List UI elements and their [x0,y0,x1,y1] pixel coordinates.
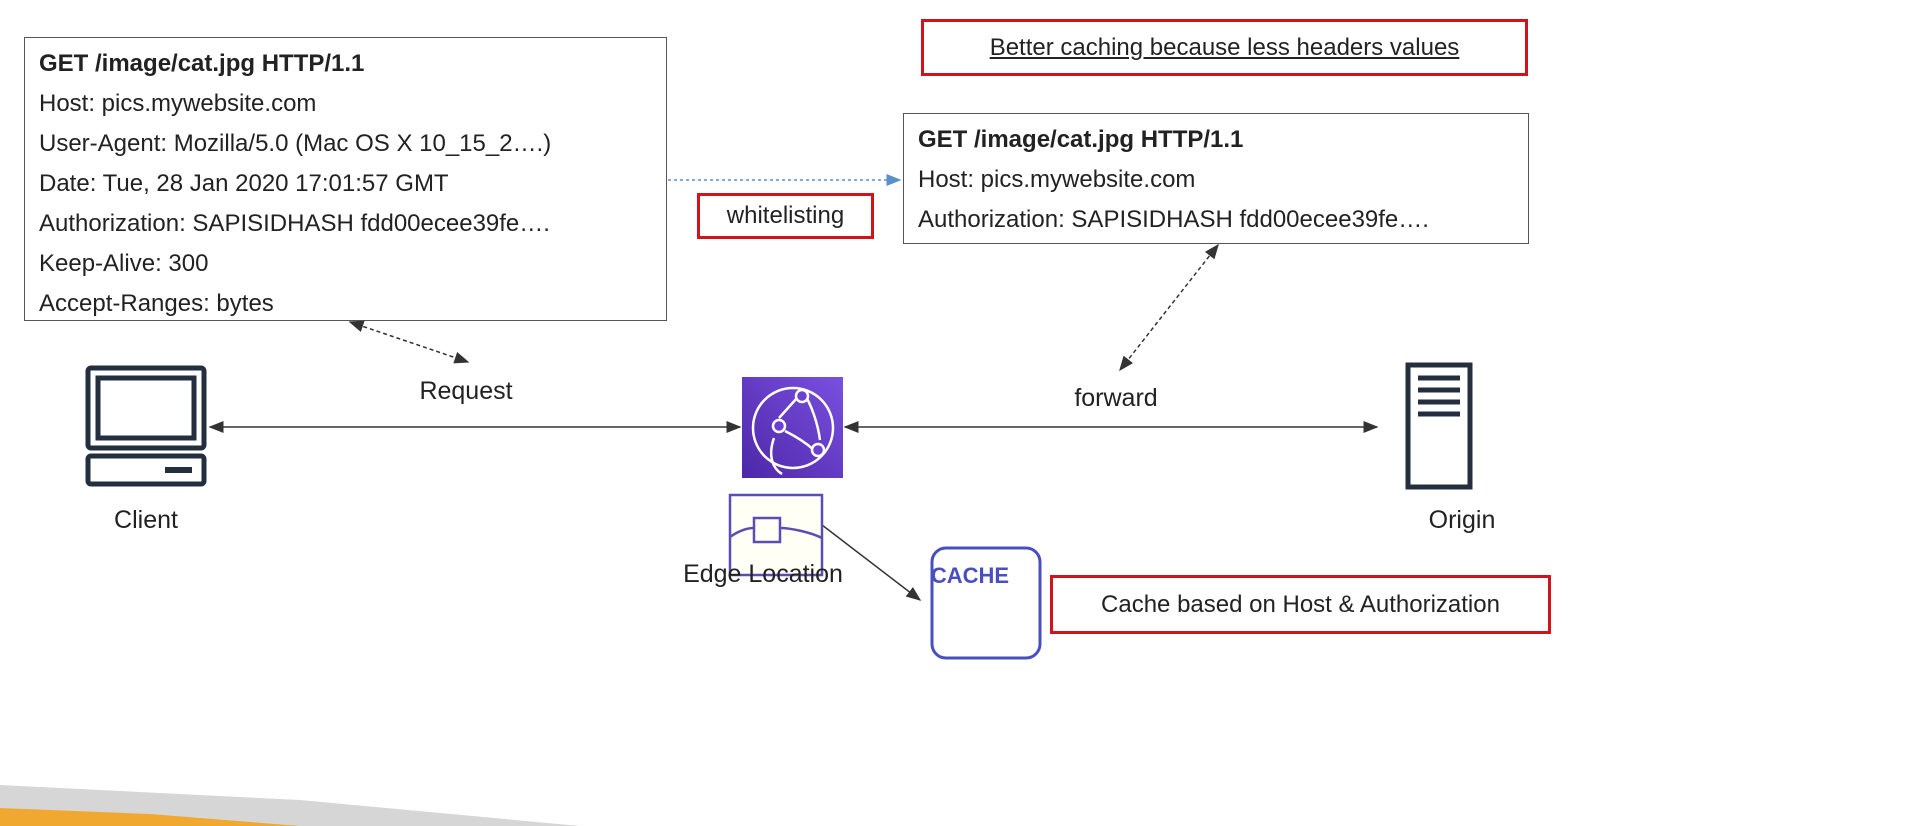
header-authorization: Authorization: SAPISIDHASH fdd00ecee39fe… [39,210,550,237]
header-host: Host: pics.mywebsite.com [39,90,317,117]
diagram-canvas: GET /image/cat.jpg HTTP/1.1 Host: pics.m… [0,0,1920,826]
client-computer-icon [85,365,207,487]
edge-location-label: Edge Location [683,560,843,588]
request-label: Request [419,377,513,405]
origin-label: Origin [1428,506,1496,534]
header-user-agent: User-Agent: Mozilla/5.0 (Mac OS X 10_15_… [39,130,552,157]
forward-label: forward [1074,384,1158,412]
better-caching-note: Better caching because less headers valu… [921,19,1528,76]
forwarded-request-headers: GET /image/cat.jpg HTTP/1.1 Host: pics.m… [903,113,1529,244]
request-headers-link [348,320,470,364]
request-line: GET /image/cat.jpg HTTP/1.1 [918,126,1244,153]
request-line: GET /image/cat.jpg HTTP/1.1 [39,50,365,77]
cache-label: CACHE [930,563,1010,588]
header-authorization: Authorization: SAPISIDHASH fdd00ecee39fe… [918,206,1429,233]
client-request-headers: GET /image/cat.jpg HTTP/1.1 Host: pics.m… [24,37,667,321]
forward-headers-link [1119,243,1219,372]
header-accept-ranges: Accept-Ranges: bytes [39,290,274,317]
cloudfront-icon [742,377,843,478]
whitelisting-note: whitelisting [697,193,874,239]
origin-server-icon [1405,362,1473,490]
header-keep-alive: Keep-Alive: 300 [39,250,209,277]
cache-based-on-note: Cache based on Host & Authorization [1050,575,1551,634]
header-date: Date: Tue, 28 Jan 2020 17:01:57 GMT [39,170,449,197]
header-host: Host: pics.mywebsite.com [918,166,1196,193]
client-label: Client [114,506,178,534]
